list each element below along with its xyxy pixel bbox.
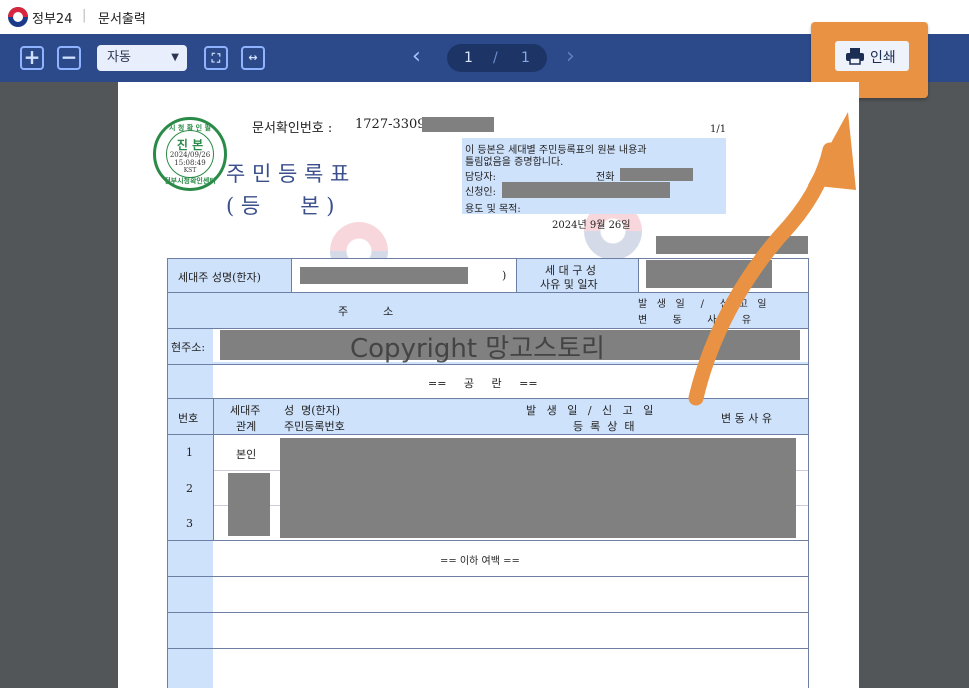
annotation-arrow-icon — [688, 112, 856, 406]
